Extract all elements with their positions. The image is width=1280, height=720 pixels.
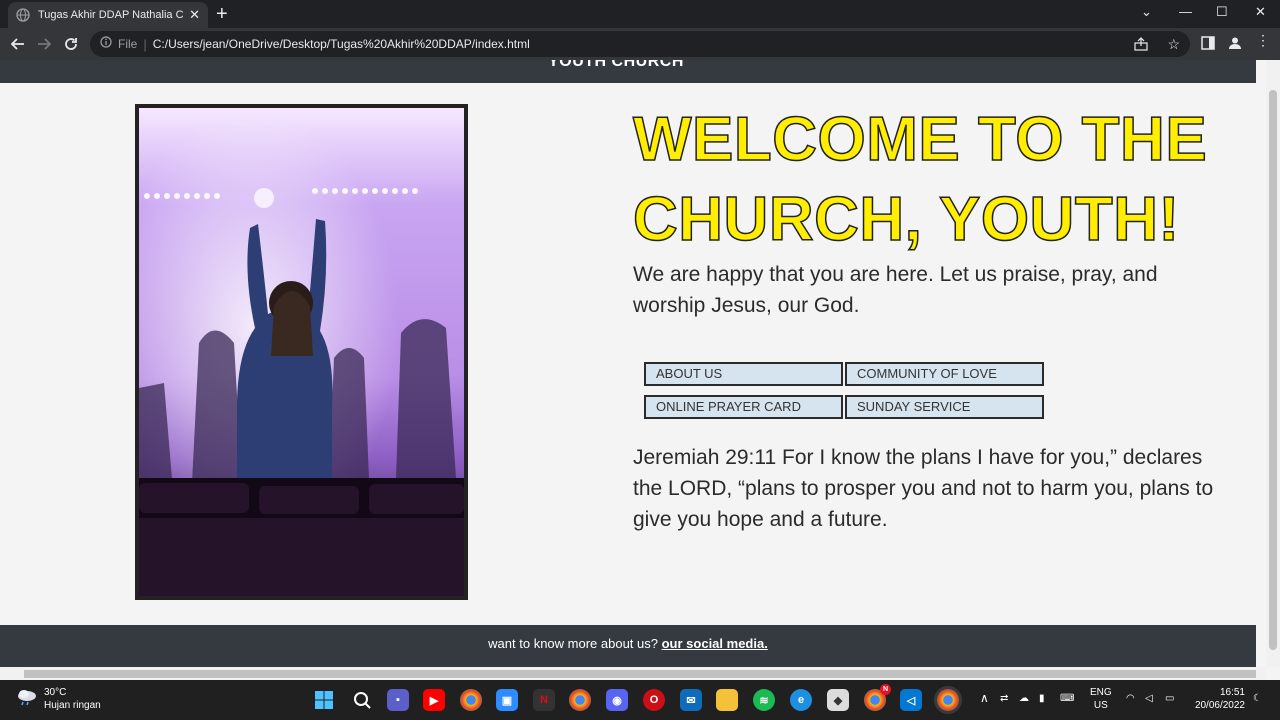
netflix-icon[interactable]: N <box>533 689 555 711</box>
windows-start-icon[interactable] <box>313 689 335 711</box>
online-prayer-card-button[interactable]: ONLINE PRAYER CARD <box>644 395 843 419</box>
worship-photo <box>139 108 464 596</box>
zoom-icon[interactable]: ▣ <box>496 689 518 711</box>
bible-verse: Jeremiah 29:11 For I know the plans I ha… <box>633 446 1214 531</box>
battery-icon[interactable]: ▭ <box>1165 692 1174 705</box>
about-us-button[interactable]: ABOUT US <box>644 362 843 386</box>
sunday-service-button[interactable]: SUNDAY SERVICE <box>845 395 1044 419</box>
url-text: C:/Users/jean/OneDrive/Desktop/Tugas%20A… <box>152 37 530 51</box>
language-indicator[interactable]: ENG US <box>1090 686 1112 712</box>
cloud-rain-icon <box>16 688 38 710</box>
maximize-button[interactable]: ☐ <box>1216 4 1228 20</box>
wifi-icon[interactable]: ◠ <box>1126 692 1135 705</box>
site-footer: want to know more about us? our social m… <box>0 625 1256 667</box>
notification-icon[interactable]: ☾ <box>1253 692 1262 705</box>
forward-icon[interactable] <box>34 34 54 54</box>
clock-time: 16:51 <box>1219 687 1245 698</box>
edge-icon[interactable]: e <box>790 689 812 711</box>
language-code: ENG <box>1090 687 1112 698</box>
region-code: US <box>1093 700 1108 711</box>
taskbar: 30°C Hujan ringan ▪ ▶ ▣ N ◉ O ✉ ≋ e ◆ N … <box>0 680 1280 720</box>
share-icon[interactable] <box>1134 37 1148 56</box>
notification-badge: N <box>880 684 891 695</box>
discord-icon[interactable]: ◉ <box>606 689 628 711</box>
menu-dots-icon[interactable]: ⋮ <box>1256 32 1270 49</box>
footer-text: want to know more about us? <box>488 636 662 651</box>
side-panel-icon[interactable] <box>1201 36 1215 55</box>
site-title: YOUTH CHURCH <box>548 60 684 70</box>
search-icon[interactable] <box>351 689 373 711</box>
address-bar[interactable]: File | C:/Users/jean/OneDrive/Desktop/Tu… <box>90 31 1190 57</box>
hero-image-frame <box>135 104 468 600</box>
tray-chevron-icon[interactable]: ∧ <box>980 692 989 705</box>
back-icon[interactable] <box>8 34 28 54</box>
browser-toolbar: File | C:/Users/jean/OneDrive/Desktop/Tu… <box>0 28 1280 60</box>
tray-sync-icon[interactable]: ⇄ <box>1000 692 1008 705</box>
new-tab-button[interactable]: + <box>216 4 228 24</box>
close-window-button[interactable]: ✕ <box>1255 4 1266 20</box>
horizontal-scrollbar[interactable] <box>0 667 1266 680</box>
tray-audio-meter-icon[interactable]: ▮ <box>1039 692 1045 705</box>
social-media-link[interactable]: our social media. <box>662 636 768 651</box>
spotify-icon[interactable]: ≋ <box>753 689 775 711</box>
info-icon[interactable] <box>100 35 112 53</box>
temperature: 30°C <box>44 687 67 698</box>
community-of-love-button[interactable]: COMMUNITY OF LOVE <box>845 362 1044 386</box>
browser-tab[interactable]: Tugas Akhir DDAP Nathalia Claris ✕ <box>8 2 208 28</box>
file-label: File <box>118 37 138 51</box>
bookmark-star-icon[interactable]: ☆ <box>1167 36 1180 53</box>
site-header: YOUTH CHURCH <box>0 60 1256 83</box>
chrome-profile-icon[interactable] <box>569 689 591 711</box>
chrome-active-icon[interactable] <box>934 686 962 714</box>
tray-cloud-icon[interactable]: ☁ <box>1019 692 1029 705</box>
close-tab-icon[interactable]: ✕ <box>189 7 200 23</box>
weather-description: Hujan ringan <box>44 700 101 711</box>
youtube-icon[interactable]: ▶ <box>423 689 445 711</box>
chrome-icon[interactable] <box>460 689 482 711</box>
clock-date: 20/06/2022 <box>1194 700 1245 711</box>
volume-icon[interactable]: ◁ <box>1145 692 1153 705</box>
clock[interactable]: 16:51 20/06/2022 <box>1189 686 1245 712</box>
profile-icon[interactable] <box>1228 36 1242 55</box>
minimize-button[interactable]: — <box>1179 4 1192 19</box>
reload-icon[interactable] <box>61 34 81 54</box>
globe-icon <box>16 8 30 22</box>
omnibox-divider: | <box>143 36 147 52</box>
welcome-heading: WELCOME TO THE CHURCH, YOUTH! <box>632 104 1208 255</box>
chat-icon[interactable]: ▪ <box>387 689 409 711</box>
keyboard-icon[interactable]: ⌨ <box>1060 692 1074 705</box>
roblox-icon[interactable]: ◆ <box>827 689 849 711</box>
opera-icon[interactable]: O <box>643 689 665 711</box>
file-explorer-icon[interactable] <box>716 689 738 711</box>
vertical-scrollbar[interactable] <box>1266 60 1280 667</box>
intro-text: We are happy that you are here. Let us p… <box>633 263 1158 317</box>
weather-widget[interactable]: 30°C Hujan ringan <box>16 686 101 712</box>
tab-search-icon[interactable]: ⌄ <box>1141 4 1152 20</box>
chrome-badge-icon[interactable]: N <box>864 684 891 711</box>
tab-strip: Tugas Akhir DDAP Nathalia Claris ✕ + ⌄ —… <box>0 0 1280 28</box>
vscode-icon[interactable]: ◁ <box>900 689 922 711</box>
tab-title: Tugas Akhir DDAP Nathalia Claris <box>38 9 184 21</box>
horizontal-scroll-thumb[interactable] <box>24 670 1256 678</box>
mail-icon[interactable]: ✉ <box>680 689 702 711</box>
vertical-scroll-thumb[interactable] <box>1269 90 1277 650</box>
page-viewport: YOUTH CHURCH WELCOME TO THE CHURCH, YOUT… <box>0 60 1280 680</box>
